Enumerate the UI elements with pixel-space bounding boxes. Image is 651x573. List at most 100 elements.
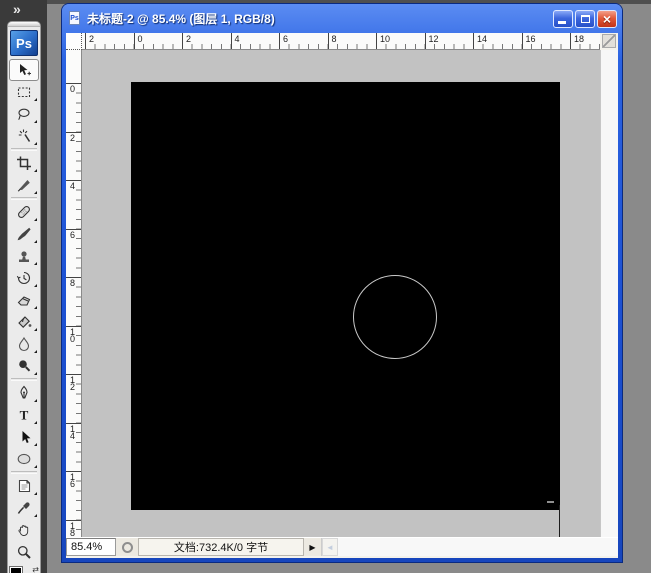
shape-tool[interactable] [9,448,39,470]
pen-tool[interactable] [9,382,39,404]
v-ruler-label: 12 [70,377,78,391]
rectangular-marquee-tool[interactable] [9,81,39,103]
swap-colors-icon[interactable]: ⇄ [32,565,39,573]
statusbar-menu-arrow[interactable]: ▶ [304,538,321,556]
move-tool[interactable] [9,59,39,81]
h-ruler-major-tick [279,33,280,49]
clone-stamp-tool[interactable] [9,245,39,267]
h-ruler-major-tick [85,33,86,49]
tool-panel-header[interactable] [8,22,40,27]
h-ruler-major-tick [328,33,329,49]
toolbar-separator [11,378,37,381]
flyout-triangle-icon [34,169,37,172]
tool-panel: Ps T ⇄ [7,21,41,573]
svg-text:T: T [20,408,29,423]
ruler-origin-box[interactable] [66,33,82,50]
h-ruler-major-tick [473,33,474,49]
type-tool[interactable]: T [9,404,39,426]
flyout-triangle-icon [34,262,37,265]
flyout-triangle-icon [34,218,37,221]
maximize-button[interactable] [575,10,595,28]
h-ruler-label: 2 [89,34,94,44]
brush-tool[interactable] [9,223,39,245]
scroll-left-arrow-icon[interactable]: ◄ [322,538,338,556]
h-ruler-label: 0 [138,34,143,44]
h-ruler-major-tick [376,33,377,49]
magic-wand-tool[interactable] [9,125,39,147]
version-cue-icon [122,542,133,553]
h-ruler-label: 16 [526,34,536,44]
h-ruler-label: 18 [574,34,584,44]
horizontal-scrollbar[interactable]: ◄ [321,538,618,556]
h-ruler-major-tick [425,33,426,49]
version-cue-button[interactable] [116,538,138,556]
toolbar-separator [11,471,37,474]
photoshop-logo: Ps [10,30,38,56]
flyout-triangle-icon [34,399,37,402]
h-ruler-label: 4 [235,34,240,44]
notes-tool[interactable] [9,475,39,497]
eraser-tool[interactable] [9,289,39,311]
minimize-button[interactable] [553,10,573,28]
document-info: 文档:732.4K/0 字节 [138,538,304,556]
window-title: 未标题-2 @ 85.4% (图层 1, RGB/8) [87,10,548,27]
scrollbar-corner-button[interactable] [602,34,616,48]
flyout-triangle-icon [34,492,37,495]
vertical-ruler[interactable]: 024681012141618 [66,50,82,537]
circle-outline-shape [353,275,437,359]
lasso-tool[interactable] [9,103,39,125]
color-swatches: ⇄ [9,565,39,573]
minimize-icon [558,21,566,24]
toolbar-separator [11,197,37,200]
h-ruler-label: 10 [380,34,390,44]
dodge-tool[interactable] [9,355,39,377]
path-selection-tool[interactable] [9,426,39,448]
v-ruler-label: 16 [70,474,78,488]
flyout-triangle-icon [34,514,37,517]
zoom-tool[interactable] [9,541,39,563]
flyout-triangle-icon [34,443,37,446]
h-ruler-major-tick [570,33,571,49]
flyout-triangle-icon [34,120,37,123]
flyout-triangle-icon [34,98,37,101]
h-ruler-major-tick [134,33,135,49]
titlebar[interactable]: Ps 未标题-2 @ 85.4% (图层 1, RGB/8) × [62,4,622,33]
flyout-triangle-icon [34,142,37,145]
close-button[interactable]: × [597,10,617,28]
dock-expand-icon[interactable]: » [13,1,21,17]
h-ruler-label: 12 [429,34,439,44]
flyout-triangle-icon [34,465,37,468]
vertical-scrollbar[interactable] [600,50,618,537]
paint-bucket-tool[interactable] [9,311,39,333]
flyout-triangle-icon [34,350,37,353]
h-ruler-major-tick [182,33,183,49]
v-ruler-label: 6 [70,232,78,239]
crop-tool[interactable] [9,152,39,174]
h-ruler-label: 6 [283,34,288,44]
document-window: Ps 未标题-2 @ 85.4% (图层 1, RGB/8) × 2024681… [62,4,622,562]
healing-brush-tool[interactable] [9,201,39,223]
image-canvas[interactable] [131,82,560,510]
flyout-triangle-icon [34,191,37,194]
blur-tool[interactable] [9,333,39,355]
flyout-triangle-icon [34,306,37,309]
window-controls: × [553,10,617,28]
toolbar-tools: T [9,59,39,563]
eyedropper-tool[interactable] [9,497,39,519]
hand-tool[interactable] [9,519,39,541]
close-icon: × [603,12,611,26]
v-ruler-label: 10 [70,329,78,343]
zoom-level-field[interactable]: 85.4% [66,538,116,556]
canvas-artifact-line [559,505,560,537]
canvas-artifact-dash [547,501,554,503]
slice-tool[interactable] [9,174,39,196]
horizontal-ruler[interactable]: 2024681012141618 [82,33,600,50]
h-ruler-label: 2 [186,34,191,44]
history-brush-tool[interactable] [9,267,39,289]
tool-dock: » Ps T ⇄ [0,0,47,573]
foreground-color-swatch[interactable] [10,567,22,573]
v-ruler-label: 2 [70,135,78,142]
v-ruler-label: 14 [70,426,78,440]
document-file-icon: Ps [67,11,82,26]
statusbar: 85.4% 文档:732.4K/0 字节 ▶ ◄ [66,537,618,556]
